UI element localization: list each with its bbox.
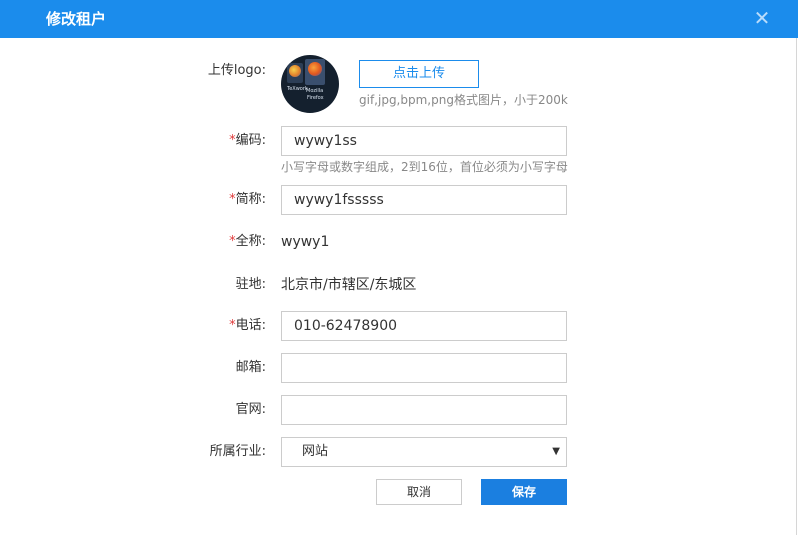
logo-label: 上传logo:	[207, 63, 266, 78]
email-input[interactable]	[281, 353, 567, 383]
location-label: 驻地:	[235, 277, 266, 292]
chevron-down-icon: ▼	[552, 446, 560, 457]
phone-value: 010-62478900	[294, 318, 398, 334]
industry-select[interactable]: 网站 ▼	[281, 437, 567, 467]
dialog-title: 修改租户	[46, 10, 107, 28]
email-label: 邮箱:	[235, 360, 266, 375]
phone-input[interactable]: 010-62478900	[281, 311, 567, 341]
full-name-value: wywy1	[281, 234, 330, 250]
code-hint: 小写字母或数字组成，2到16位，首位必须为小写字母	[281, 160, 568, 174]
full-name-label-text: 全称:	[235, 234, 266, 249]
logo-hint: gif,jpg,bpm,png格式图片，小于200k	[359, 93, 568, 107]
phone-label-text: 电话:	[235, 318, 266, 333]
location-value: 北京市/市辖区/东城区	[281, 277, 417, 293]
avatar-caption-2: Mozilla	[306, 88, 324, 94]
close-icon[interactable]: ✕	[752, 8, 772, 28]
phone-label: *电话:	[106, 316, 266, 336]
website-label: 官网:	[235, 402, 266, 417]
dialog-border	[796, 38, 797, 535]
texworks-app-icon	[287, 63, 303, 83]
firefox-app-icon	[305, 59, 325, 85]
short-name-label-text: 简称:	[235, 192, 266, 207]
upload-button[interactable]: 点击上传	[359, 60, 479, 88]
code-label-text: 编码:	[235, 133, 266, 148]
cancel-button[interactable]: 取消	[376, 479, 462, 505]
save-button[interactable]: 保存	[481, 479, 567, 505]
industry-label: 所属行业:	[209, 444, 266, 459]
logo-avatar[interactable]: TeXwork Mozilla Firefox	[281, 55, 339, 113]
short-name-label: *简称:	[106, 190, 266, 210]
dialog-header: 修改租户 ✕	[0, 0, 798, 38]
short-name-value: wywy1fsssss	[294, 192, 384, 208]
avatar-caption-1: TeXwork	[287, 86, 308, 92]
industry-value: 网站	[302, 444, 329, 459]
full-name-label: *全称:	[106, 232, 266, 252]
website-input[interactable]	[281, 395, 567, 425]
code-value: wywy1ss	[294, 133, 357, 149]
short-name-input[interactable]: wywy1fsssss	[281, 185, 567, 215]
edit-tenant-dialog: 修改租户 ✕ 上传logo: TeXwork Mozilla Firefox 点…	[0, 0, 798, 535]
code-label: *编码:	[106, 131, 266, 151]
code-input[interactable]: wywy1ss	[281, 126, 567, 156]
avatar-caption-3: Firefox	[307, 95, 324, 101]
